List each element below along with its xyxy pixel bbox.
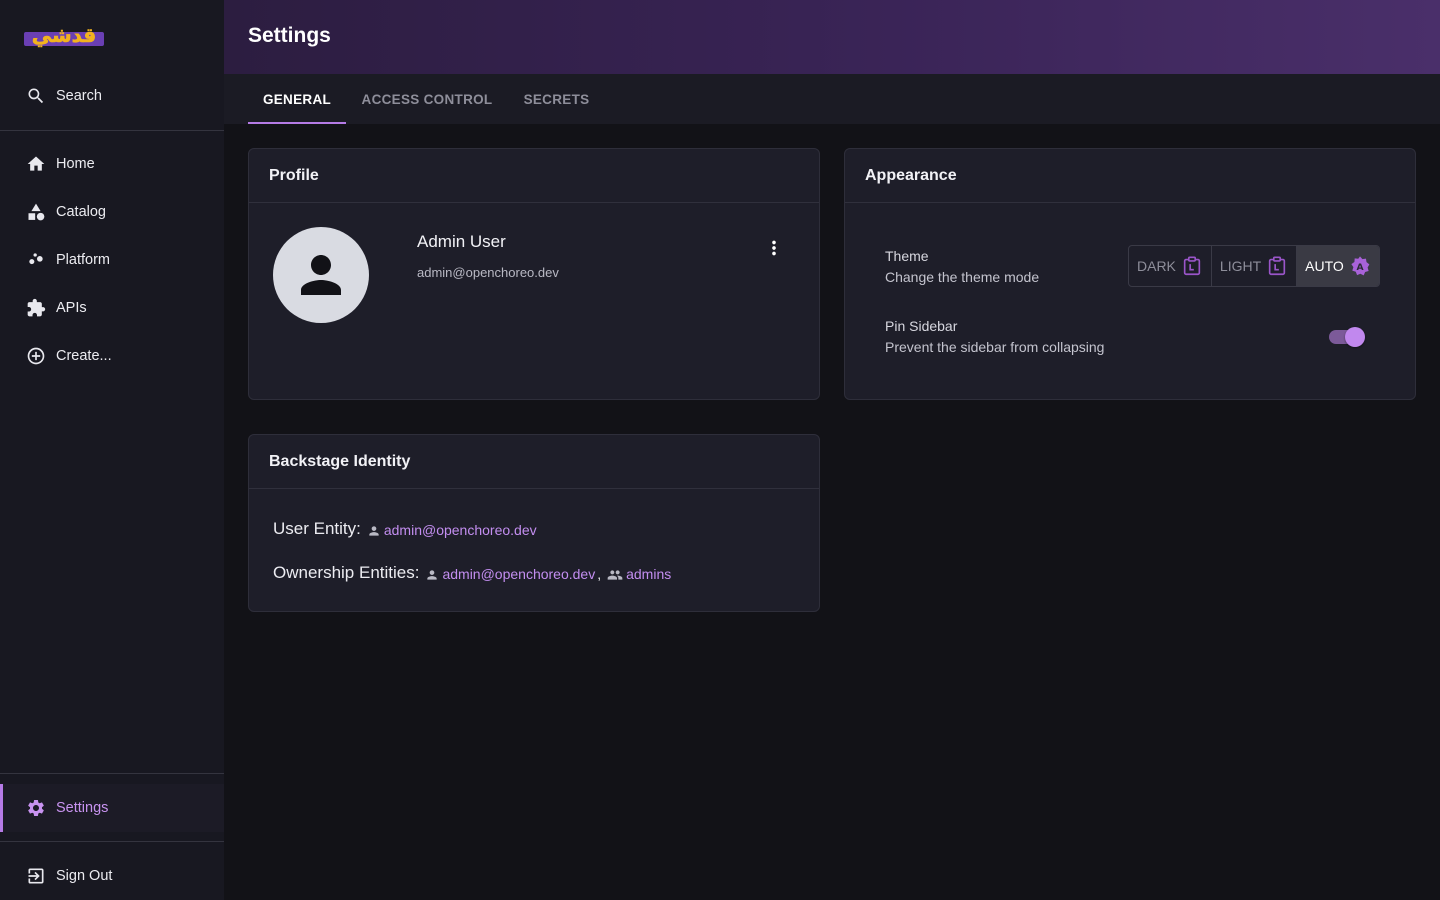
- card-divider: [249, 202, 819, 203]
- card-title: Backstage Identity: [269, 453, 411, 470]
- sidebar-item-home[interactable]: Home: [0, 140, 224, 188]
- switch-thumb: [1345, 327, 1365, 347]
- theme-dark-button[interactable]: DARK: [1129, 246, 1212, 286]
- sign-out-label: Sign Out: [56, 868, 113, 884]
- tab-indicator: [248, 122, 346, 124]
- sign-out-icon: [26, 866, 46, 886]
- sidebar-item-label: APIs: [56, 300, 87, 316]
- sidebar-search[interactable]: Search: [0, 72, 224, 120]
- sidebar: قدشي Search Home Catalog Platform APIs C…: [0, 0, 224, 900]
- card-title: Appearance: [865, 167, 957, 184]
- theme-auto-button[interactable]: AUTO A: [1297, 246, 1379, 286]
- theme-option-label: LIGHT: [1219, 258, 1262, 274]
- card-divider: [249, 488, 819, 489]
- ownership-label: Ownership Entities:: [273, 563, 420, 582]
- pin-sidebar-title: Pin Sidebar: [885, 318, 958, 334]
- profile-card: Profile Admin User admin@openchoreo.dev: [248, 148, 820, 400]
- theme-option-label: DARK: [1137, 258, 1176, 274]
- theme-light-button[interactable]: LIGHT: [1212, 246, 1298, 286]
- search-icon: [26, 86, 46, 106]
- home-icon: [26, 154, 46, 174]
- ownership-entities-row: Ownership Entities: admin@openchoreo.dev…: [273, 562, 671, 584]
- avatar: [273, 227, 369, 323]
- tab-general[interactable]: GENERAL: [248, 74, 346, 124]
- sidebar-item-label: Settings: [56, 800, 109, 816]
- sidebar-item-platform[interactable]: Platform: [0, 236, 224, 284]
- ownership-group-link[interactable]: admins: [626, 564, 671, 584]
- sidebar-item-apis[interactable]: APIs: [0, 284, 224, 332]
- identity-card: Backstage Identity User Entity: admin@op…: [248, 434, 820, 612]
- add-circle-icon: [26, 346, 46, 366]
- theme-mode-icon: [1268, 256, 1286, 276]
- tab-label: ACCESS CONTROL: [361, 91, 493, 107]
- separator: ,: [597, 566, 602, 582]
- sidebar-search-label: Search: [56, 88, 102, 104]
- active-indicator: [0, 784, 3, 832]
- user-entity-row: User Entity: admin@openchoreo.dev: [273, 518, 537, 540]
- more-vert-icon: [772, 240, 776, 256]
- tab-label: GENERAL: [262, 91, 332, 107]
- pin-sidebar-subtitle: Prevent the sidebar from collapsing: [885, 339, 1105, 355]
- platform-icon: [26, 250, 46, 270]
- sidebar-divider: [0, 773, 224, 774]
- sidebar-item-label: Platform: [56, 252, 110, 268]
- logo[interactable]: قدشي: [24, 19, 104, 51]
- catalog-icon: [26, 202, 46, 222]
- tab-label: SECRETS: [523, 91, 590, 107]
- sidebar-item-label: Catalog: [56, 204, 106, 220]
- more-options-button[interactable]: [761, 235, 787, 261]
- tab-access-control[interactable]: ACCESS CONTROL: [346, 74, 508, 124]
- sidebar-divider: [0, 130, 224, 131]
- puzzle-icon: [26, 298, 46, 318]
- gear-icon: [26, 798, 46, 818]
- sidebar-item-label: Home: [56, 156, 95, 172]
- theme-title: Theme: [885, 248, 929, 264]
- user-entity-link[interactable]: admin@openchoreo.dev: [384, 520, 537, 540]
- svg-text:قدشي: قدشي: [32, 23, 97, 48]
- ownership-user-link[interactable]: admin@openchoreo.dev: [442, 564, 595, 584]
- profile-email: admin@openchoreo.dev: [417, 265, 559, 280]
- appearance-card: Appearance Theme Change the theme mode D…: [844, 148, 1416, 400]
- user-icon: [369, 526, 379, 536]
- pin-sidebar-switch[interactable]: [1329, 326, 1367, 348]
- tab-secrets[interactable]: SECRETS: [508, 74, 605, 124]
- user-entity-label: User Entity:: [273, 519, 361, 538]
- sidebar-item-catalog[interactable]: Catalog: [0, 188, 224, 236]
- auto-theme-icon: A: [1351, 256, 1370, 276]
- page-header: Settings: [224, 0, 1440, 74]
- profile-name: Admin User: [417, 232, 506, 251]
- page-title: Settings: [248, 24, 331, 47]
- card-divider: [845, 202, 1415, 203]
- theme-subtitle: Change the theme mode: [885, 269, 1040, 285]
- sidebar-item-create[interactable]: Create...: [0, 332, 224, 380]
- sidebar-divider: [0, 841, 224, 842]
- sidebar-item-label: Create...: [56, 348, 112, 364]
- theme-option-label: AUTO: [1305, 258, 1344, 274]
- theme-toggle-group: DARK LIGHT AUTO A: [1128, 245, 1380, 287]
- sign-out-button[interactable]: Sign Out: [0, 852, 224, 900]
- person-icon: [301, 255, 341, 295]
- user-icon: [427, 570, 438, 580]
- sidebar-item-settings[interactable]: Settings: [0, 784, 224, 832]
- group-icon: [607, 570, 623, 580]
- theme-mode-icon: [1183, 256, 1201, 276]
- tab-bar: GENERAL ACCESS CONTROL SECRETS: [224, 74, 1440, 124]
- card-title: Profile: [269, 167, 319, 184]
- svg-text:A: A: [1356, 262, 1364, 273]
